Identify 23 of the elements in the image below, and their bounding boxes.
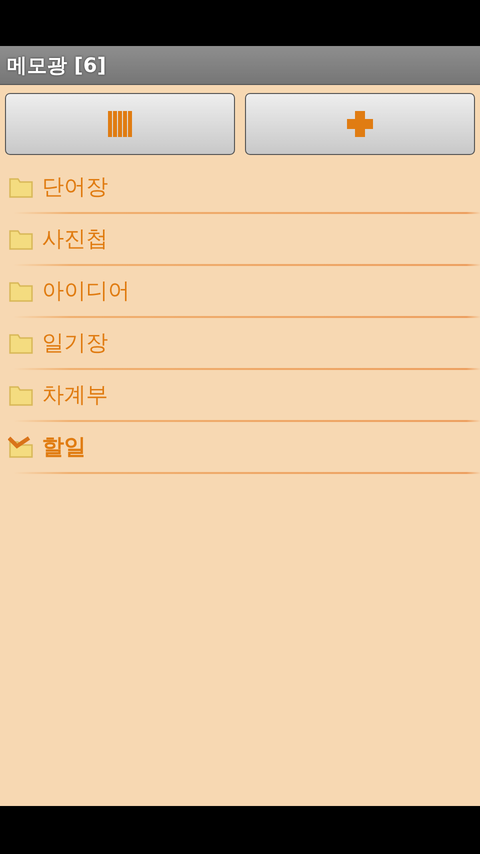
folder-icon — [8, 280, 36, 302]
folder-name: 차계부 — [42, 382, 108, 410]
folder-icon — [8, 228, 36, 250]
folder-name: 사진첩 — [42, 226, 108, 254]
folder-name: 할일 — [42, 434, 86, 462]
folder-item[interactable]: 사진첩 — [0, 214, 480, 266]
folder-item[interactable]: 아이디어 — [0, 266, 480, 318]
folder-item[interactable]: 할일 — [0, 422, 480, 474]
folder-item[interactable]: 차계부 — [0, 370, 480, 422]
folder-name: 아이디어 — [42, 278, 130, 306]
folder-item[interactable]: 단어장 — [0, 162, 480, 214]
plus-icon — [347, 111, 373, 137]
app-title: 메모광 [6] — [7, 52, 106, 78]
folder-icon — [8, 384, 36, 406]
folder-icon — [8, 332, 36, 354]
bars-icon — [108, 111, 132, 137]
checked-folder-icon — [8, 436, 36, 458]
folder-name: 일기장 — [42, 330, 108, 358]
folder-name: 단어장 — [42, 174, 108, 202]
folder-item[interactable]: 일기장 — [0, 318, 480, 370]
add-button[interactable] — [245, 93, 475, 155]
list-button[interactable] — [5, 93, 235, 155]
folder-icon — [8, 176, 36, 198]
